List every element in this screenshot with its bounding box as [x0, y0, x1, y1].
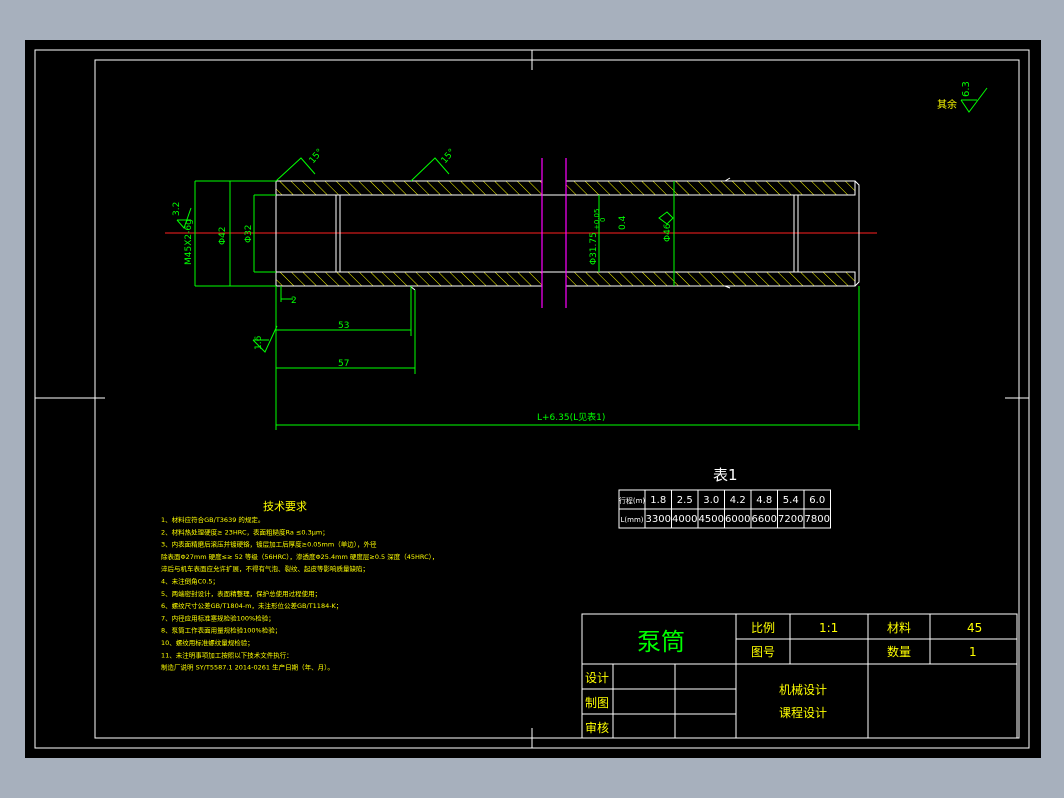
svg-text:15°: 15° — [308, 147, 326, 166]
drawing-no-label: 图号 — [751, 645, 775, 659]
table1-title: 表1 — [713, 466, 738, 484]
surface-finish-value: 6.3 — [961, 81, 972, 97]
surface-finish-symbol: 其余 6.3 — [937, 81, 988, 113]
table1: 行程(m) 1.8 2.5 3.0 4.2 4.8 5.4 6.0 L(mm) 3300 4000 4… — [618, 489, 831, 529]
table1-value-cell: 3300 — [646, 514, 671, 525]
material-label: 材料 — [887, 621, 911, 635]
tech-requirement-line: 11、未注明事项加工按照以下技术文件执行： — [161, 650, 293, 659]
tech-requirement-line: 除表面Φ27mm 硬度≤≥ 52 等级（56HRC），渗透度Φ25.4mm 硬度… — [161, 552, 438, 561]
dim-53: 53 — [338, 321, 349, 331]
inner-frame — [94, 59, 1020, 739]
tech-requirement-line: 5、两端密封设计，表面精整理，保护总使用过程使用； — [161, 589, 321, 598]
dim-d42: Φ42 — [218, 226, 228, 245]
table1-value-cell: L(mm) — [621, 516, 644, 524]
wall-bottom-right — [565, 271, 856, 287]
tech-requirement-line: 10、螺纹用标准螺纹量规检验； — [161, 638, 254, 647]
wall-top-right — [565, 180, 856, 196]
table1-header-cell: 1.8 — [650, 495, 666, 506]
table1-value-cell: 6600 — [752, 514, 777, 525]
table1-value-cell: 4000 — [672, 514, 697, 525]
tech-requirement-line: 制造厂说明 SY/T5587.1 2014-0261 生产日期（年、月）。 — [161, 663, 334, 672]
dim-2: 2 — [291, 296, 297, 306]
svg-text:15°: 15° — [440, 147, 458, 166]
material-value: 45 — [967, 621, 982, 635]
drawn-label: 制图 — [585, 696, 609, 710]
dim-57: 57 — [338, 359, 349, 369]
course-line1: 机械设计 — [779, 682, 827, 697]
bottom-dimensions — [252, 286, 860, 430]
tech-title: 技术要求 — [263, 500, 307, 513]
scale-label: 比例 — [751, 621, 775, 635]
title-block-name: 泵筒 — [637, 628, 685, 656]
course-line2: 课程设计 — [779, 705, 827, 720]
table1-header-cell: 6.0 — [809, 495, 825, 506]
table1-header-cell: 行程(m) — [619, 496, 646, 505]
dim-thread: M45X2-6g — [184, 219, 194, 265]
table1-header-cell: 4.8 — [756, 495, 772, 506]
wall-bottom-left — [275, 271, 543, 287]
table1-header-cell: 5.4 — [783, 495, 799, 506]
quantity-label: 数量 — [887, 644, 911, 659]
dim-roundness: 0.4 — [618, 215, 628, 230]
dim-d31: Φ31.75 — [589, 232, 599, 265]
drawing-canvas: 其余 6.3 15° 15° M45X2-6g 3.2 Φ42 Φ32 +0.0… — [34, 49, 1030, 749]
dim-tol-bot: 0 — [599, 218, 607, 222]
tech-requirement-line: 8、泵筒工作表面用量规检验100%检验； — [161, 626, 281, 635]
tech-requirement-line: 4、未注倒角C0.5； — [161, 577, 219, 586]
chamfer-callout-2: 15° — [410, 147, 458, 182]
dim-length: L+6.35(L见表1) — [537, 411, 605, 423]
tech-requirement-line: 3、内表面精磨后滚压并镀硬铬，镀层加工后厚度≥0.05mm（单边），外径 — [161, 540, 377, 549]
table1-value-cell: 4500 — [699, 514, 724, 525]
tech-requirement-line: 淬后与机车表面应允许扩展，不得有气泡、裂纹、起皮等影响质量缺陷； — [161, 564, 369, 573]
table1-value-cell: 7200 — [778, 514, 803, 525]
scale-value: 1:1 — [819, 621, 838, 635]
table1-header-cell: 3.0 — [703, 495, 719, 506]
surface-finish-label: 其余 — [937, 98, 957, 111]
design-label: 设计 — [585, 671, 609, 685]
quantity-value: 1 — [969, 645, 977, 659]
review-label: 审核 — [585, 720, 609, 735]
tech-lines: 1、材料应符合GB/T3639 的规定。 2、材料热处理硬度≥ 23HRC，表面粗… — [161, 515, 438, 672]
table1-value-cell: 7800 — [805, 514, 830, 525]
tech-requirement-line: 6、螺纹尺寸公差GB/T1804-m，未注形位公差GB/T1184-K； — [161, 601, 342, 610]
dim-finish-bottom: 1.6 — [254, 335, 264, 350]
dim-d32: Φ32 — [244, 224, 254, 243]
wall-top-left — [275, 180, 543, 196]
tech-requirement-line: 2、材料热处理硬度≥ 23HRC，表面粗糙度Ra ≤0.3μm； — [161, 527, 329, 536]
dim-d46: Φ46 — [663, 223, 673, 242]
table1-header-cell: 4.2 — [730, 495, 746, 506]
table1-header-cell: 2.5 — [677, 495, 693, 506]
dim-finish-left: 3.2 — [172, 202, 182, 216]
tech-requirement-line: 1、材料应符合GB/T3639 的规定。 — [161, 515, 264, 524]
chamfer-callout-1: 15° — [275, 147, 326, 182]
table1-value-cell: 6000 — [725, 514, 750, 525]
tech-requirement-line: 7、内径应用标准塞规检验100%检验； — [161, 613, 275, 622]
